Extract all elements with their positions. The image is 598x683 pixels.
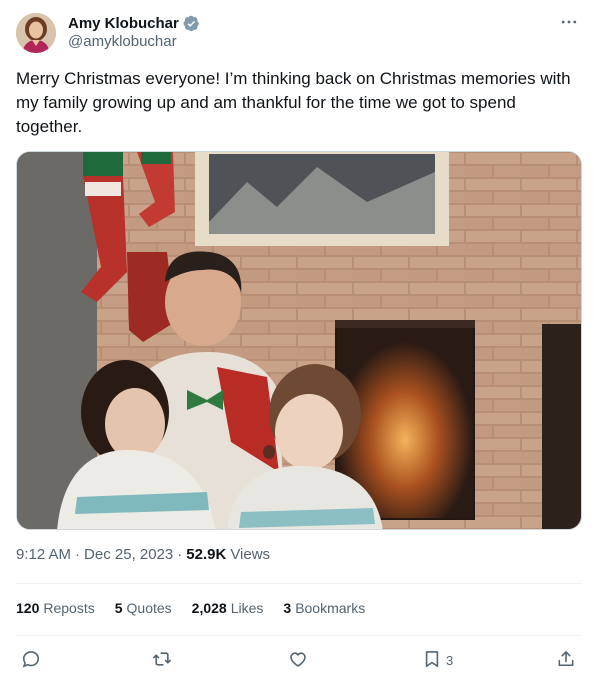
verified-badge-icon[interactable] bbox=[183, 15, 200, 32]
bookmark-count: 3 bbox=[446, 652, 454, 668]
like-icon bbox=[288, 649, 308, 672]
repost-button[interactable] bbox=[152, 645, 172, 675]
meta-separator: · bbox=[75, 546, 81, 563]
bookmark-icon bbox=[422, 649, 442, 672]
share-button[interactable] bbox=[556, 645, 576, 675]
bookmarks-stat[interactable]: 3 Bookmarks bbox=[283, 600, 365, 616]
bookmarks-count: 3 bbox=[283, 600, 292, 616]
repost-icon bbox=[152, 649, 172, 672]
reposts-stat[interactable]: 120 Reposts bbox=[16, 600, 95, 616]
likes-stat[interactable]: 2,028 Likes bbox=[192, 600, 264, 616]
author-name[interactable]: Amy Klobuchar bbox=[68, 15, 179, 32]
avatar[interactable] bbox=[16, 13, 56, 53]
tweet-photo[interactable] bbox=[16, 151, 582, 530]
engagement-stats: 120 Reposts 5 Quotes 2,028 Likes 3 Bookm… bbox=[16, 600, 385, 616]
reply-button[interactable] bbox=[21, 645, 41, 675]
reposts-label: Reposts bbox=[43, 600, 95, 616]
more-dots-icon[interactable] bbox=[558, 14, 580, 30]
tweet-text: Merry Christmas everyone! I’m thinking b… bbox=[16, 69, 571, 136]
like-button[interactable] bbox=[288, 645, 308, 675]
likes-label: Likes bbox=[230, 600, 264, 616]
reposts-count: 120 bbox=[16, 600, 40, 616]
tweet-card: Amy Klobuchar @amyklobuchar Merry Christ… bbox=[0, 0, 598, 683]
tweet-date[interactable]: Dec 25, 2023 bbox=[84, 546, 173, 563]
author-row: Amy Klobuchar bbox=[68, 13, 200, 33]
quotes-label: Quotes bbox=[126, 600, 172, 616]
divider bbox=[16, 583, 582, 584]
quotes-stat[interactable]: 5 Quotes bbox=[115, 600, 172, 616]
quotes-count: 5 bbox=[114, 600, 123, 616]
views-label: Views bbox=[230, 546, 271, 563]
meta-separator: · bbox=[177, 546, 183, 563]
share-icon bbox=[556, 649, 576, 672]
bookmark-button[interactable]: 3 bbox=[422, 645, 453, 675]
tweet-meta: 9:12 AM · Dec 25, 2023 · 52.9K Views bbox=[16, 546, 270, 563]
action-bar: 3 bbox=[0, 645, 598, 675]
bookmarks-label: Bookmarks bbox=[295, 600, 366, 616]
tweet-time[interactable]: 9:12 AM bbox=[16, 546, 71, 563]
author-handle[interactable]: @amyklobuchar bbox=[68, 33, 177, 50]
views-count: 52.9K bbox=[186, 546, 227, 563]
likes-count: 2,028 bbox=[191, 600, 227, 616]
divider bbox=[16, 635, 582, 636]
reply-icon bbox=[21, 649, 41, 672]
